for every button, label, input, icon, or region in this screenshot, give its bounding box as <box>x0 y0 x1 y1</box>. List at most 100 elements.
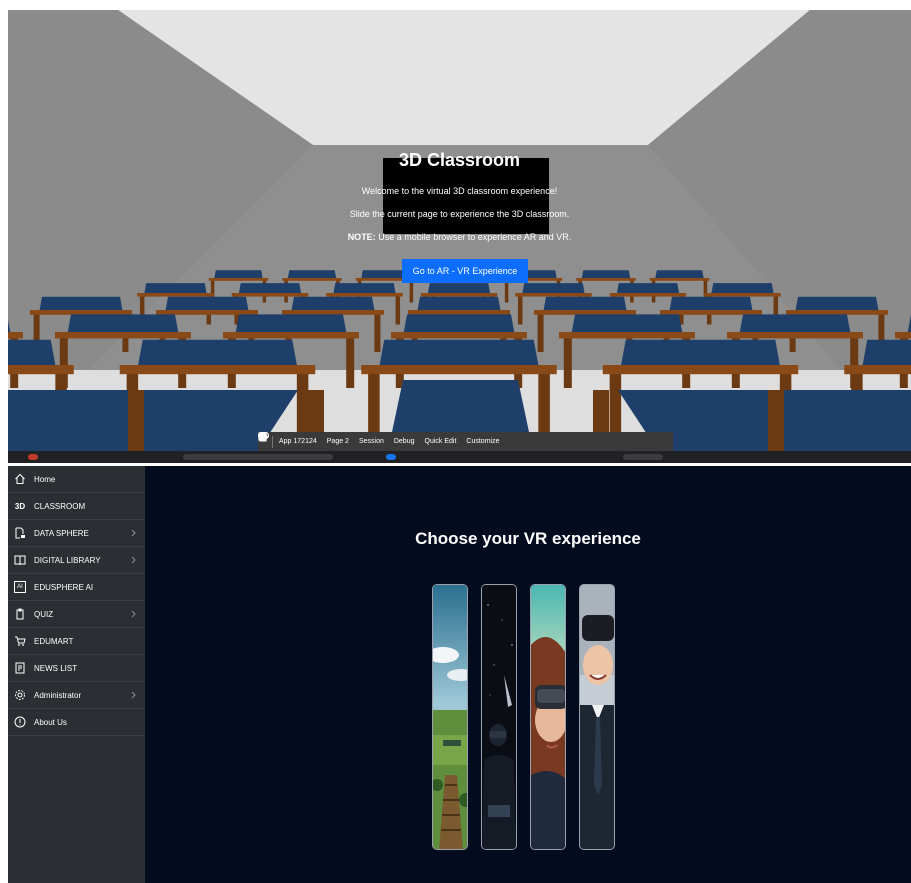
chevron-right-icon <box>131 691 137 701</box>
desk-top <box>660 310 762 315</box>
classroom-3d-viewport[interactable]: 3D Classroom Welcome to the virtual 3D c… <box>8 10 911 451</box>
sidebar-item-label: Administrator <box>34 690 82 700</box>
toolbar-customize-button[interactable]: Customize <box>258 432 503 451</box>
toolbar-page-button[interactable]: Page 2 <box>259 432 353 451</box>
note-body: Use a mobile browser to experience AR an… <box>375 232 572 242</box>
sidebar-item-data-sphere[interactable]: DATA SPHERE <box>8 520 145 547</box>
desk-top <box>420 293 498 297</box>
sidebar-item-classroom[interactable]: 3D CLASSROOM <box>8 493 145 520</box>
desk-top <box>534 310 636 315</box>
sidebar-item-label: DIGITAL LIBRARY <box>34 555 101 565</box>
desk-seat <box>621 339 780 365</box>
sidebar-item-digital-library[interactable]: DIGITAL LIBRARY <box>8 547 145 574</box>
desk-seat <box>417 296 501 310</box>
desk-seat <box>165 296 249 310</box>
desk-top <box>576 278 636 281</box>
sidebar-item-edusphere-ai[interactable]: AI EDUSPHERE AI <box>8 574 145 601</box>
desk-leg <box>128 390 144 451</box>
desk-top <box>156 310 258 315</box>
toolbar-settings-button[interactable] <box>258 432 523 451</box>
desk-top <box>119 365 316 375</box>
sidebar-nav: Home 3D CLASSROOM DATA SPHERE DIGITAL LI… <box>8 466 145 883</box>
vr-card-space[interactable] <box>481 584 517 850</box>
desk-top <box>727 332 863 339</box>
sidebar-item-administrator[interactable]: Administrator <box>8 682 145 709</box>
desk-top <box>55 332 191 339</box>
desk-seat <box>67 314 179 332</box>
quiz-icon <box>14 608 26 620</box>
chevron-right-icon <box>131 556 137 566</box>
toolbar-quick-edit-button[interactable]: Quick Edit <box>258 432 461 451</box>
chevron-right-icon <box>131 529 137 539</box>
desk-seat <box>739 314 851 332</box>
welcome-text: Welcome to the virtual 3D classroom expe… <box>361 186 558 196</box>
desk-seat <box>669 296 753 310</box>
desk-top <box>361 365 557 375</box>
vr-experience-panel: Choose your VR experience <box>145 466 911 883</box>
desk-seat <box>379 339 539 365</box>
toolbar-app-button[interactable]: App 172124 <box>258 432 321 451</box>
desk-leg <box>768 390 784 451</box>
desk-seat <box>287 270 337 278</box>
desk-seat <box>403 314 515 332</box>
desk-leg <box>395 293 401 325</box>
instruction-text: Slide the current page to experience the… <box>349 209 570 219</box>
toolbar-session-label: Session <box>358 438 384 445</box>
desk-seat <box>655 270 704 278</box>
tab-indicator <box>386 454 396 460</box>
chevron-right-icon <box>131 610 137 620</box>
browser-tab-strip <box>8 451 911 463</box>
tab-placeholder[interactable] <box>183 454 333 460</box>
sidebar-item-about-us[interactable]: About Us <box>8 709 145 736</box>
cart-icon <box>14 635 26 647</box>
toolbar-debug-button[interactable]: Debug <box>258 432 419 451</box>
tab-placeholder[interactable] <box>623 454 663 460</box>
toolbar-app-label: App 172124 <box>279 438 317 445</box>
sidebar-item-news-list[interactable]: NEWS LIST <box>8 655 145 682</box>
ai-icon: AI <box>14 581 26 593</box>
gear-icon <box>14 689 26 701</box>
toolbar-info-button[interactable] <box>258 432 513 451</box>
vr-card-landscape[interactable] <box>432 584 468 850</box>
desk-top <box>559 332 695 339</box>
desk-leg <box>563 332 572 388</box>
desk-seat <box>39 296 123 310</box>
desk-seat <box>543 296 627 310</box>
desk-seat <box>862 339 911 365</box>
desk-seat <box>616 283 680 293</box>
desk-seat <box>214 270 263 278</box>
desk-seat <box>571 314 683 332</box>
sidebar-item-label: QUIZ <box>34 609 54 619</box>
desk-leg <box>517 293 523 325</box>
data-sphere-icon <box>14 527 26 539</box>
tab-indicator <box>28 454 38 460</box>
toolbar-session-button[interactable]: Session <box>258 432 388 451</box>
desk-top <box>515 293 592 297</box>
desk-top <box>208 278 269 281</box>
sidebar-item-label: About Us <box>34 717 67 727</box>
desk-top <box>282 278 342 281</box>
ar-vr-experience-button[interactable]: Go to AR - VR Experience <box>402 259 528 283</box>
sidebar-item-label: Home <box>34 474 56 484</box>
sidebar-item-home[interactable]: Home <box>8 466 145 493</box>
sidebar-item-label: EDUMART <box>34 636 74 646</box>
vr-card-headset-boy[interactable] <box>579 584 615 850</box>
desk-top <box>30 310 132 315</box>
dev-toolbar: App 172124 Page 2 Session Debug Quick Ed… <box>258 432 673 451</box>
headset-boy-image <box>580 585 614 849</box>
book-icon <box>14 554 26 566</box>
news-icon <box>14 662 26 674</box>
desk-seat <box>581 270 631 278</box>
desk-top <box>8 365 74 375</box>
desk-seat <box>8 339 56 365</box>
desk-top <box>602 365 799 375</box>
desk-seat <box>238 283 302 293</box>
desk-seat <box>235 314 347 332</box>
sidebar-item-edumart[interactable]: EDUMART <box>8 628 145 655</box>
desk-top <box>786 310 888 315</box>
headset-girl-image <box>531 585 565 849</box>
desk-top <box>408 310 510 315</box>
vr-card-headset-girl[interactable] <box>530 584 566 850</box>
desk-top <box>844 365 911 375</box>
sidebar-item-quiz[interactable]: QUIZ <box>8 601 145 628</box>
